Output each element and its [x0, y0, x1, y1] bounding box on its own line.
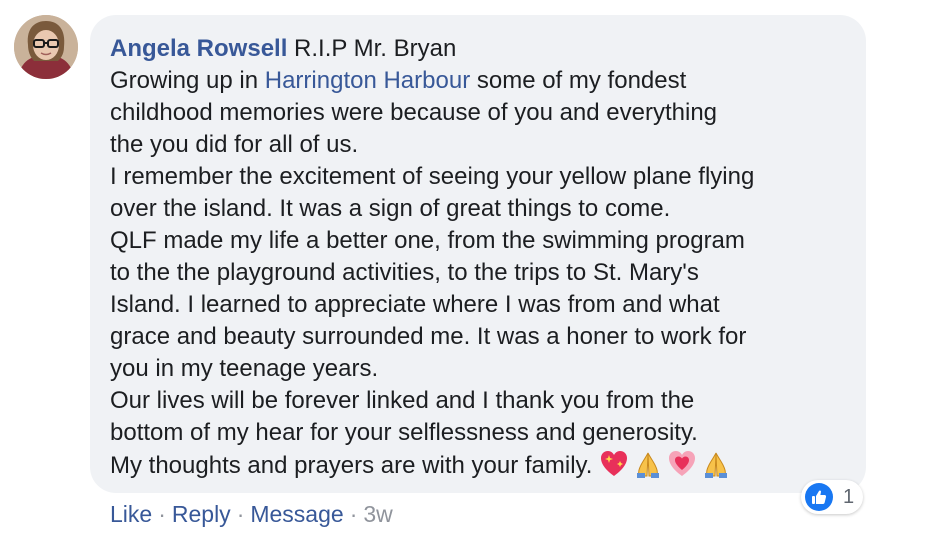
- comment-header: Angela Rowsell R.I.P Mr. Bryan: [110, 33, 850, 65]
- comment-text-line: grace and beauty surrounded me. It was a…: [110, 323, 747, 350]
- author-name-link[interactable]: Angela Rowsell: [110, 35, 287, 62]
- comment-bubble: Angela Rowsell R.I.P Mr. Bryan Growing u…: [90, 15, 866, 493]
- like-button[interactable]: Like: [110, 501, 152, 527]
- comment-text-line: Island. I learned to appreciate where I …: [110, 291, 720, 318]
- comment-text: Growing up in: [110, 67, 265, 94]
- reaction-count: 1: [843, 485, 855, 508]
- comment-text: My thoughts and prayers are with your fa…: [110, 452, 600, 479]
- reaction-summary[interactable]: 1: [801, 480, 863, 514]
- place-link-harrington-harbour[interactable]: Harrington Harbour: [265, 67, 470, 94]
- comment-text-line: you in my teenage years.: [110, 355, 379, 382]
- separator: ·: [158, 501, 166, 527]
- timestamp-link[interactable]: 3w: [363, 501, 392, 527]
- comment-text-line: childhood memories were because of you a…: [110, 99, 718, 126]
- sparkling-heart-icon: [599, 449, 629, 479]
- folded-hands-icon: [633, 449, 663, 479]
- comment-text-line: the you did for all of us.: [110, 131, 359, 158]
- comment-text-line: I remember the excitement of seeing your…: [110, 163, 755, 190]
- like-icon: [805, 483, 833, 511]
- growing-heart-icon: [667, 449, 697, 479]
- comment-text-line: bottom of my hear for your selflessness …: [110, 419, 698, 446]
- comment-actions: Like · Reply · Message · 3w: [110, 500, 393, 528]
- comment-text: some of my fondest: [470, 67, 687, 94]
- profile-photo-icon: [14, 15, 78, 79]
- folded-hands-icon: [701, 449, 731, 479]
- comment-text-line: R.I.P Mr. Bryan: [287, 35, 457, 62]
- comment-text-line: to the the playground activities, to the…: [110, 259, 699, 286]
- comment-text-line: over the island. It was a sign of great …: [110, 195, 671, 222]
- reply-button[interactable]: Reply: [172, 501, 231, 527]
- comment-text-line: QLF made my life a better one, from the …: [110, 227, 745, 254]
- comment-text-line: Growing up in Harrington Harbour some of…: [110, 65, 850, 97]
- message-button[interactable]: Message: [250, 501, 343, 527]
- avatar[interactable]: [14, 15, 78, 79]
- separator: ·: [349, 501, 358, 527]
- comment-text-line-last: My thoughts and prayers are with your fa…: [110, 449, 850, 482]
- separator: ·: [236, 501, 245, 527]
- comment-text-line: Our lives will be forever linked and I t…: [110, 387, 695, 414]
- comment: Angela Rowsell R.I.P Mr. Bryan Growing u…: [0, 0, 930, 540]
